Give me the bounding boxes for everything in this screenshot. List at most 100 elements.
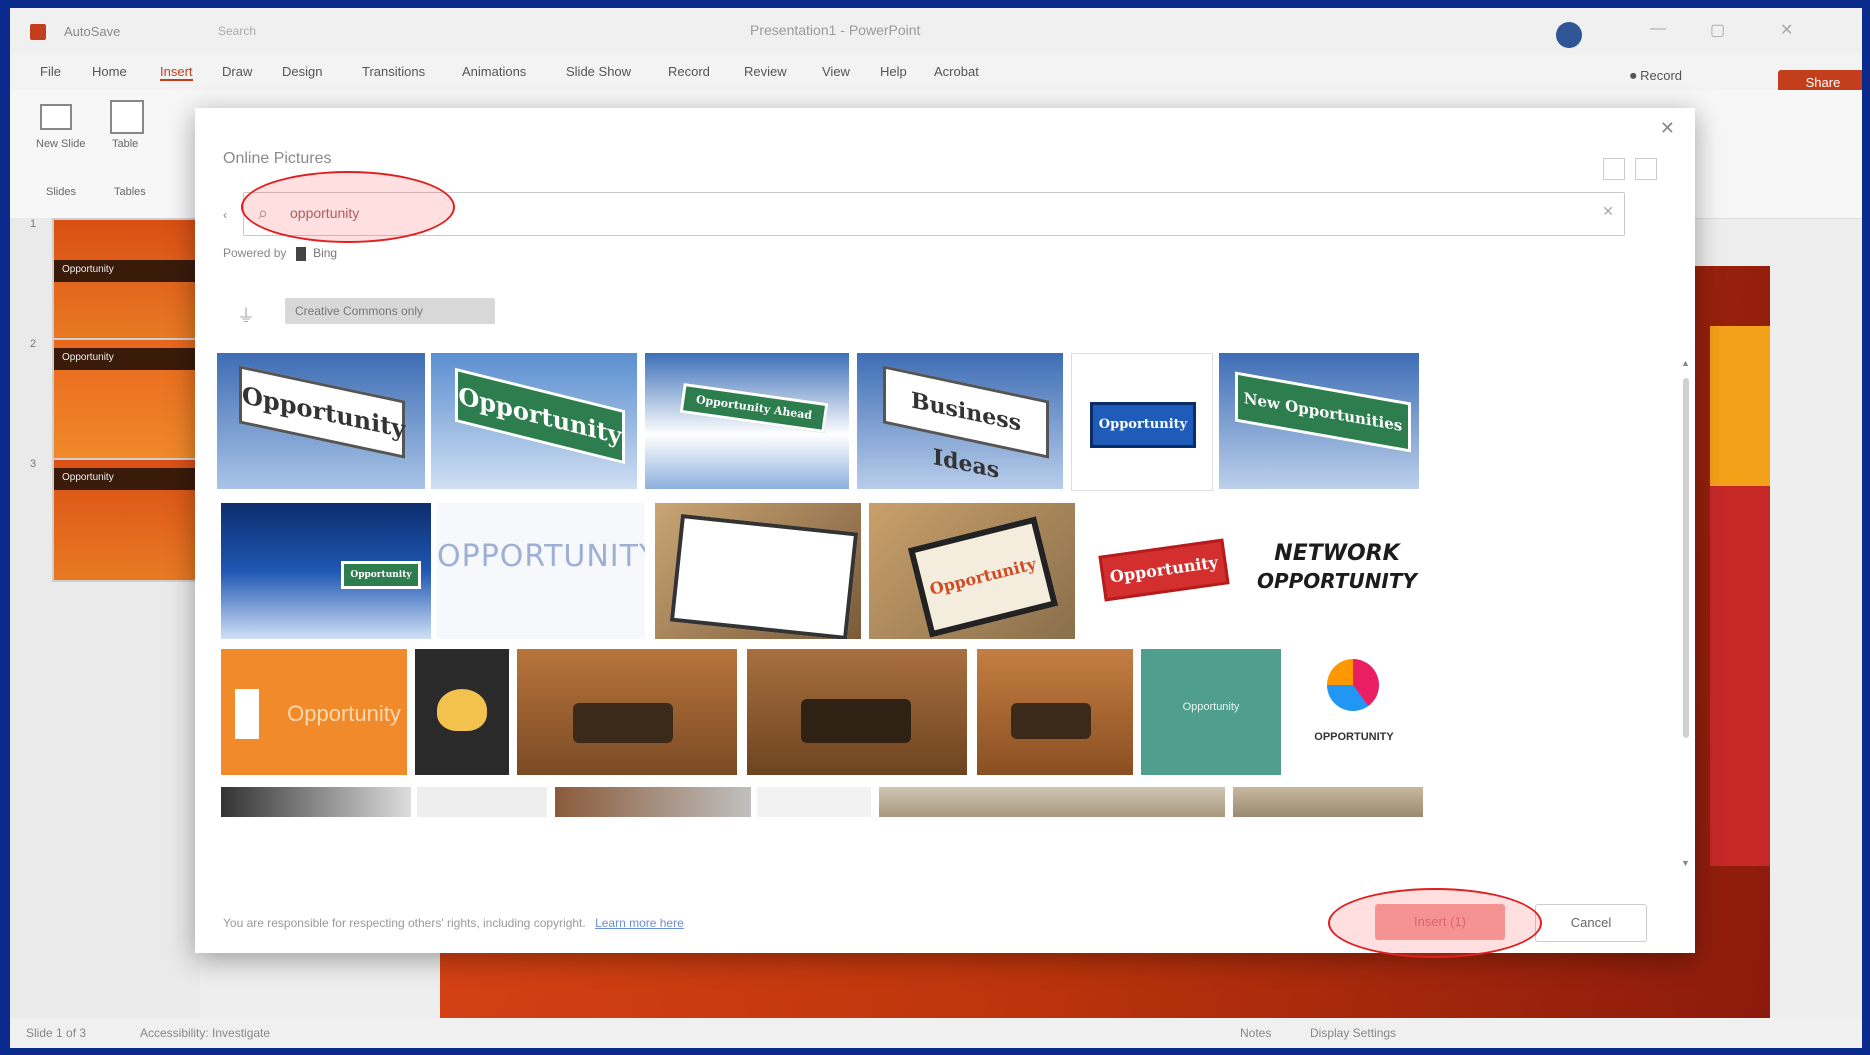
notes-button[interactable]: Notes [1240,1026,1271,1040]
close-icon[interactable]: ✕ [1780,20,1793,40]
scroll-down-icon[interactable]: ▼ [1681,858,1690,868]
tab-slide-show[interactable]: Slide Show [566,64,631,79]
search-icon: ⌕ [258,203,269,223]
image-result[interactable] [517,649,737,775]
image-caption: Business Ideas [883,365,1049,484]
tab-transitions[interactable]: Transitions [362,64,425,79]
slide-number: 1 [30,218,37,230]
scroll-up-icon[interactable]: ▲ [1681,358,1690,368]
image-result[interactable] [747,649,967,775]
slide-thumbnail-title: Opportunity [62,352,114,363]
image-result[interactable]: Opportunity [221,503,431,639]
image-result[interactable] [1233,787,1423,817]
image-result[interactable]: Opportunity [1083,503,1243,639]
insert-button[interactable]: Insert (1) [1375,904,1505,940]
image-result[interactable]: New Opportunities [1219,353,1419,489]
slide-thumbnail-2[interactable]: Opportunity [52,338,206,462]
dialog-title: Online Pictures [223,150,332,167]
table-label[interactable]: Table [112,138,138,150]
image-result[interactable] [977,649,1133,775]
view-toggle-icon[interactable] [1635,158,1657,180]
powerpoint-logo-icon [30,24,46,40]
maximize-icon[interactable]: ▢ [1710,20,1725,40]
image-caption: OPPORTUNITY [1256,569,1417,593]
rover-graphic [573,703,673,743]
back-icon[interactable]: ‹ [223,208,227,222]
image-caption: Opportunity [1098,538,1230,602]
creative-commons-filter[interactable]: Creative Commons only [285,298,495,324]
image-caption: Opportunity [287,701,401,726]
display-settings-button[interactable]: Display Settings [1310,1026,1396,1040]
image-result[interactable]: Opportunity [431,353,637,489]
image-result[interactable]: OPPORTUNITY [437,503,645,639]
filter-icon[interactable]: ⏚ [237,302,255,328]
image-result[interactable] [415,649,509,775]
status-bar: Slide 1 of 3 Accessibility: Investigate … [10,1018,1862,1048]
slide-thumbnail-title: Opportunity [62,264,114,275]
tab-view[interactable]: View [822,64,850,79]
tab-acrobat[interactable]: Acrobat [934,64,979,79]
slide-thumbnail-1[interactable]: Opportunity [52,218,206,342]
new-slide-icon[interactable] [40,104,72,130]
document-title: Presentation1 - PowerPoint [750,22,921,38]
search-box[interactable]: Search [210,20,398,42]
slide-decoration [1710,486,1770,866]
tab-design[interactable]: Design [282,64,322,79]
image-result[interactable] [555,787,751,817]
search-input[interactable]: ⌕ opportunity ✕ [243,192,1625,236]
cancel-button[interactable]: Cancel [1535,904,1647,942]
image-caption: New Opportunities [1235,371,1411,453]
image-result[interactable] [221,787,411,817]
tab-animations[interactable]: Animations [462,64,526,79]
image-results-grid: Opportunity Opportunity Opportunity Ahea… [217,353,1657,853]
image-result[interactable] [655,503,861,639]
scrollbar-thumb[interactable] [1683,378,1689,738]
slide-decoration [1710,326,1770,486]
image-result[interactable]: Opportunity [221,649,407,775]
tab-help[interactable]: Help [880,64,907,79]
image-result[interactable]: Opportunity [869,503,1075,639]
results-scrollbar[interactable]: ▲ ▼ [1681,358,1691,868]
profile-avatar[interactable] [1556,22,1582,48]
slide-thumbnail-3[interactable]: Opportunity [52,458,206,582]
tab-home[interactable]: Home [92,64,127,79]
tablet-graphic [669,513,859,639]
tab-file[interactable]: File [40,64,61,79]
slide-number: 3 [30,458,37,470]
table-icon[interactable] [110,100,144,134]
image-result[interactable]: Opportunity Ahead [645,353,849,489]
minimize-icon[interactable]: — [1650,20,1666,38]
image-result[interactable] [879,787,1225,817]
learn-more-link[interactable]: Learn more here [595,916,684,930]
image-result[interactable]: NETWORK OPPORTUNITY [1249,503,1425,639]
autosave-toggle[interactable]: AutoSave [64,24,120,39]
image-result[interactable]: OPPORTUNITY [1287,649,1421,775]
close-icon[interactable]: ✕ [1660,118,1675,139]
powered-by-label: Powered by [223,246,287,260]
accessibility-status[interactable]: Accessibility: Investigate [140,1026,270,1040]
slide-thumbnail-pane: 1 Opportunity 2 Opportunity 3 Opportunit… [10,218,206,1018]
tab-insert[interactable]: Insert [160,64,193,81]
image-caption: Opportunity Ahead [679,382,829,434]
record-button[interactable]: ⏺ Record [1630,68,1682,84]
image-caption: Opportunity [907,516,1059,638]
image-caption: Opportunity [455,367,625,465]
image-result[interactable] [417,787,547,817]
title-bar: AutoSave Search Presentation1 - PowerPoi… [10,8,1862,54]
image-result[interactable]: Business Ideas [857,353,1063,489]
image-result[interactable]: Opportunity [1141,649,1281,775]
tab-review[interactable]: Review [744,64,787,79]
search-query[interactable]: opportunity [290,205,359,221]
image-result[interactable]: Opportunity [217,353,425,489]
image-result[interactable]: Opportunity [1071,353,1213,491]
new-slide-label[interactable]: New Slide [36,138,86,150]
slide-count: Slide 1 of 3 [26,1026,87,1040]
online-pictures-dialog: Online Pictures ✕ ‹ ⌕ opportunity ✕ Powe… [195,108,1695,953]
tab-record[interactable]: Record [668,64,710,79]
tab-draw[interactable]: Draw [222,64,252,79]
view-toggle-icon[interactable] [1603,158,1625,180]
bing-logo-icon [295,246,306,261]
clear-search-icon[interactable]: ✕ [1602,203,1614,220]
image-result[interactable] [757,787,871,817]
image-caption: OPPORTUNITY [1314,731,1394,743]
